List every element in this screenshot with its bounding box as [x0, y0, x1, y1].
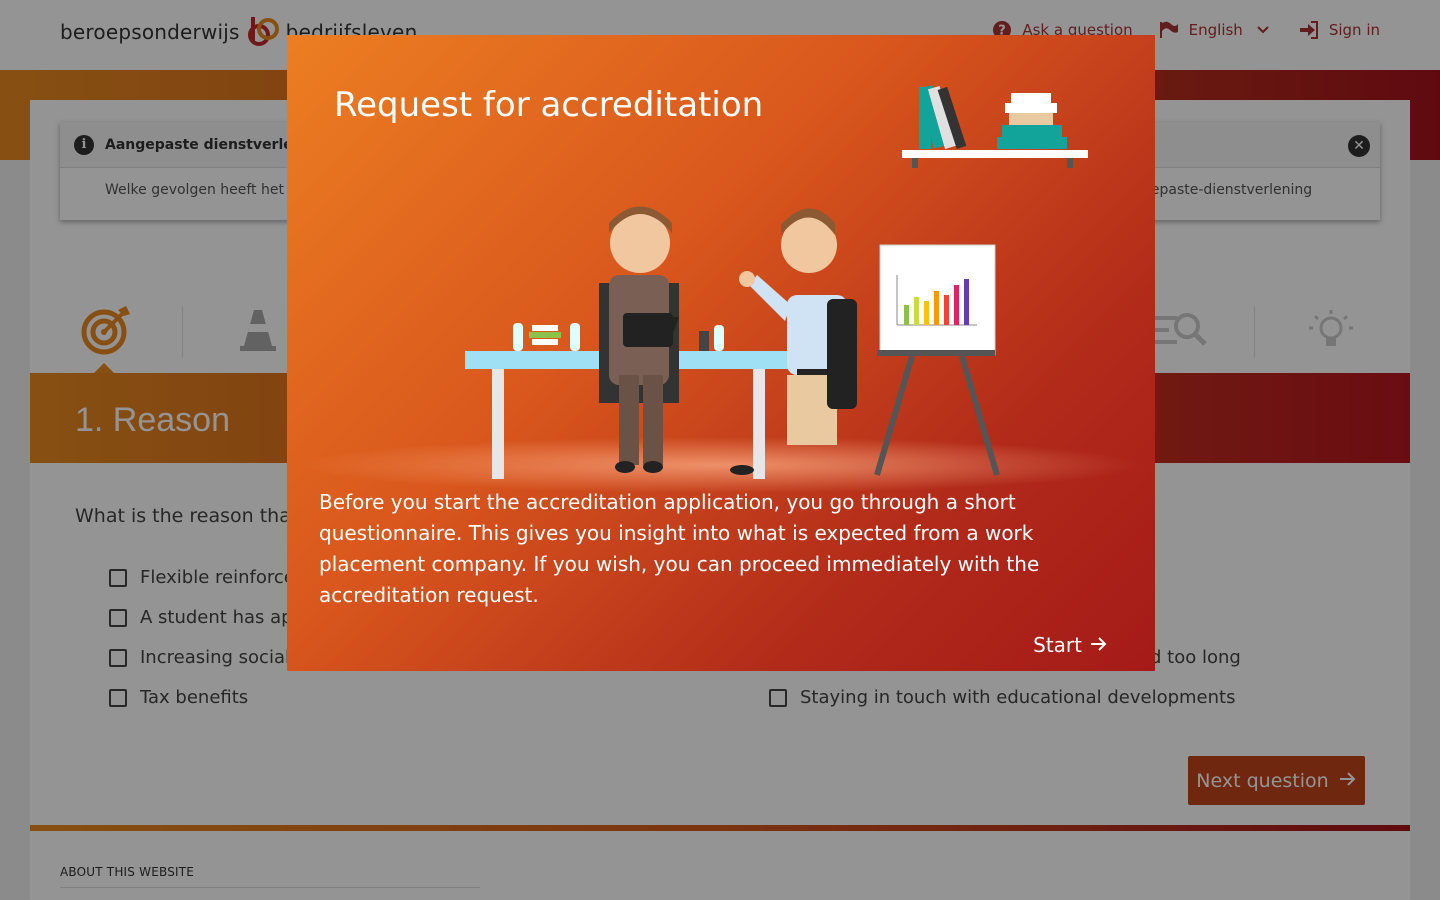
easel-bar [934, 291, 939, 325]
modal-title: Request for accreditation [334, 85, 764, 125]
start-button[interactable]: Start [1033, 633, 1108, 657]
easel-bar [904, 305, 909, 325]
easel-bar [944, 295, 949, 325]
bookshelf-icon [902, 85, 1088, 168]
start-label: Start [1033, 633, 1082, 657]
accreditation-modal: Request for accreditation Before you sta… [287, 35, 1155, 671]
office-meeting-illustration [301, 85, 1141, 493]
easel-bar [954, 285, 959, 325]
modal-description: Before you start the accreditation appli… [319, 490, 1040, 607]
easel-bar [964, 279, 969, 325]
arrow-right-icon [1090, 633, 1108, 657]
easel-bar [924, 301, 929, 325]
easel-bar [914, 297, 919, 325]
